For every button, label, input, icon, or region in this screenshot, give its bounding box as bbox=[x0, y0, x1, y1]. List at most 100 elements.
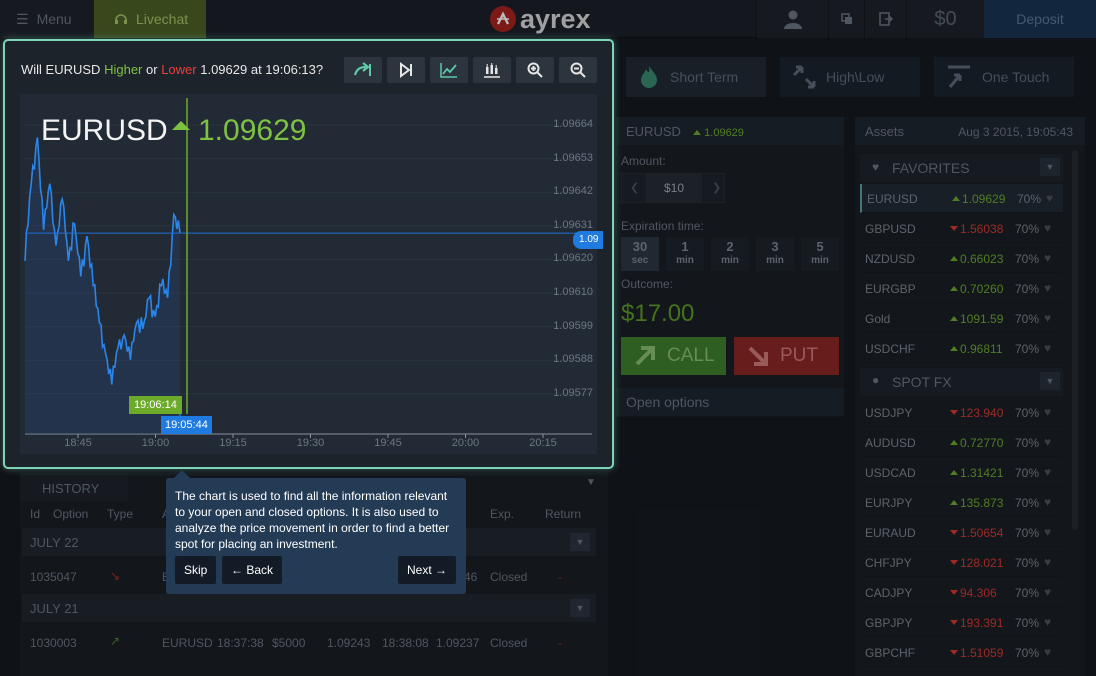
open-options-header[interactable]: Open options bbox=[616, 388, 844, 416]
down-arrow-icon bbox=[950, 590, 958, 595]
jump-to-now-button[interactable] bbox=[344, 57, 382, 83]
windows-button[interactable] bbox=[828, 0, 864, 38]
x-tick-label: 20:15 bbox=[529, 437, 557, 449]
row-return: - bbox=[558, 570, 562, 584]
chevron-down-icon[interactable]: ▼ bbox=[570, 599, 590, 617]
heart-icon[interactable]: ♥ bbox=[1044, 341, 1051, 355]
heart-icon[interactable]: ♥ bbox=[1044, 405, 1051, 419]
short-term-button[interactable]: Short Term bbox=[626, 57, 766, 97]
logout-button[interactable] bbox=[864, 0, 906, 38]
user-button[interactable] bbox=[756, 0, 828, 38]
expiration-label: Expiration time: bbox=[621, 219, 704, 233]
asset-row-gold[interactable]: Gold 1091.59 70% ♥ bbox=[860, 304, 1063, 333]
question-or: or bbox=[146, 62, 158, 77]
chevron-down-icon[interactable]: ▼ bbox=[1040, 158, 1060, 176]
heart-icon[interactable]: ♥ bbox=[1044, 435, 1051, 449]
asset-row-chfjpy[interactable]: CHFJPY 128.021 70% ♥ bbox=[860, 548, 1063, 577]
call-button[interactable]: CALL bbox=[621, 337, 726, 375]
amount-stepper[interactable]: ❮ $10 ❯ bbox=[621, 173, 725, 203]
exp-value: 2 bbox=[726, 239, 734, 254]
heart-icon[interactable]: ♥ bbox=[1044, 585, 1051, 599]
amount-value[interactable]: $10 bbox=[646, 174, 702, 202]
headset-icon bbox=[115, 14, 127, 24]
y-tick-label: 1.09642 bbox=[553, 185, 593, 198]
logout-icon bbox=[878, 12, 893, 26]
skip-to-end-button[interactable] bbox=[387, 57, 425, 83]
ayrex-logo[interactable]: ayrex bbox=[490, 4, 591, 34]
asset-row-gbpjpy[interactable]: GBPJPY 193.391 70% ♥ bbox=[860, 608, 1063, 637]
line-chart-button[interactable] bbox=[430, 57, 468, 83]
heart-icon[interactable]: ♥ bbox=[1044, 281, 1051, 295]
asset-row-euraud[interactable]: EURAUD 1.50654 70% ♥ bbox=[860, 518, 1063, 547]
high-low-icon bbox=[792, 65, 816, 89]
candle-chart-button[interactable] bbox=[473, 57, 511, 83]
heart-icon[interactable]: ♥ bbox=[1044, 465, 1051, 479]
history-group-july21[interactable]: JULY 21 ▼ bbox=[22, 594, 596, 622]
price-chart[interactable]: 1.09664 1.09653 1.09642 1.09631 1.09620 1.096… bbox=[20, 94, 603, 454]
heart-icon[interactable]: ♥ bbox=[1044, 251, 1051, 265]
zoom-out-button[interactable] bbox=[559, 57, 597, 83]
asset-row-eurjpy[interactable]: EURJPY 135.873 70% ♥ bbox=[860, 488, 1063, 517]
heart-icon[interactable]: ♥ bbox=[1044, 645, 1051, 659]
expiration-30sec[interactable]: 30 sec bbox=[621, 237, 659, 271]
heart-icon[interactable]: ♥ bbox=[1044, 221, 1051, 235]
exp-value: 30 bbox=[632, 239, 648, 254]
asset-payout: 70% bbox=[1015, 282, 1040, 296]
jump-arrow-icon bbox=[353, 62, 371, 76]
asset-row-gbpchf[interactable]: GBPCHF 1.51059 70% ♥ bbox=[860, 638, 1063, 667]
history-tab[interactable]: HISTORY bbox=[20, 473, 128, 501]
expiration-1min[interactable]: 1 min bbox=[666, 237, 704, 271]
heart-icon[interactable]: ♥ bbox=[1046, 191, 1053, 205]
heart-icon[interactable]: ♥ bbox=[1044, 615, 1051, 629]
zoom-in-button[interactable] bbox=[516, 57, 554, 83]
trade-price: 1.09629 bbox=[704, 127, 744, 139]
high-low-button[interactable]: High\Low bbox=[780, 57, 920, 97]
chart-svg bbox=[24, 98, 592, 438]
chevron-down-icon[interactable]: ▼ bbox=[586, 477, 596, 488]
expiration-5min[interactable]: 5 min bbox=[801, 237, 839, 271]
asset-row-gbpusd[interactable]: GBPUSD 1.56038 70% ♥ bbox=[860, 214, 1063, 243]
decrease-icon[interactable]: ❮ bbox=[630, 181, 639, 194]
one-touch-button[interactable]: One Touch bbox=[934, 57, 1074, 97]
menu-button[interactable]: ☰ Menu bbox=[0, 0, 94, 38]
spot-fx-header[interactable]: ● SPOT FX ▼ bbox=[860, 368, 1063, 396]
asset-row-usdchf[interactable]: USDCHF 0.96811 70% ♥ bbox=[860, 334, 1063, 363]
price-up-icon bbox=[172, 121, 190, 130]
group-date: JULY 22 bbox=[30, 535, 79, 550]
heart-icon[interactable]: ♥ bbox=[1044, 495, 1051, 509]
heart-icon[interactable]: ♥ bbox=[1044, 525, 1051, 539]
expiration-3min[interactable]: 3 min bbox=[756, 237, 794, 271]
group-date: JULY 21 bbox=[30, 601, 79, 616]
skip-button[interactable]: Skip bbox=[175, 556, 217, 584]
asset-row-usdjpy[interactable]: USDJPY 123.940 70% ♥ bbox=[860, 398, 1063, 427]
asset-row-eurusd[interactable]: EURUSD 1.09629 70% ♥ bbox=[860, 184, 1063, 213]
asset-row-eurgbp[interactable]: EURGBP 0.70260 70% ♥ bbox=[860, 274, 1063, 303]
back-button[interactable]: ← Back bbox=[222, 556, 283, 584]
expiration-2min[interactable]: 2 min bbox=[711, 237, 749, 271]
x-tick-label: 20:00 bbox=[451, 437, 480, 449]
asset-row-cadjpy[interactable]: CADJPY 94.306 70% ♥ bbox=[860, 578, 1063, 607]
favorites-header[interactable]: ♥ FAVORITES ▼ bbox=[860, 154, 1063, 182]
heart-icon[interactable]: ♥ bbox=[1044, 555, 1051, 569]
asset-payout: 70% bbox=[1017, 192, 1042, 206]
outcome-value: $17.00 bbox=[621, 300, 695, 327]
y-tick-label: 1.09588 bbox=[553, 353, 593, 366]
put-button[interactable]: PUT bbox=[734, 337, 839, 375]
asset-row-nzdusd[interactable]: NZDUSD 0.66023 70% ♥ bbox=[860, 244, 1063, 273]
chevron-down-icon[interactable]: ▼ bbox=[570, 533, 590, 551]
assets-scrollbar[interactable] bbox=[1072, 150, 1078, 530]
asset-name: USDCHF bbox=[865, 342, 915, 356]
asset-row-audusd[interactable]: AUDUSD 0.72770 70% ♥ bbox=[860, 428, 1063, 457]
livechat-button[interactable]: Livechat bbox=[94, 0, 206, 38]
assets-title: Assets bbox=[865, 124, 905, 139]
asset-row-usdcad[interactable]: USDCAD 1.31421 70% ♥ bbox=[860, 458, 1063, 487]
asset-name: USDJPY bbox=[865, 406, 913, 420]
row-id: 1035047 bbox=[30, 570, 77, 584]
next-button[interactable]: Next → bbox=[398, 556, 457, 584]
up-arrow-icon bbox=[950, 500, 958, 505]
chevron-down-icon[interactable]: ▼ bbox=[1040, 372, 1060, 390]
deposit-button[interactable]: Deposit bbox=[984, 0, 1096, 38]
current-time-tag: 19:05:44 bbox=[161, 416, 212, 434]
increase-icon[interactable]: ❯ bbox=[712, 181, 721, 194]
heart-icon[interactable]: ♥ bbox=[1044, 311, 1051, 325]
